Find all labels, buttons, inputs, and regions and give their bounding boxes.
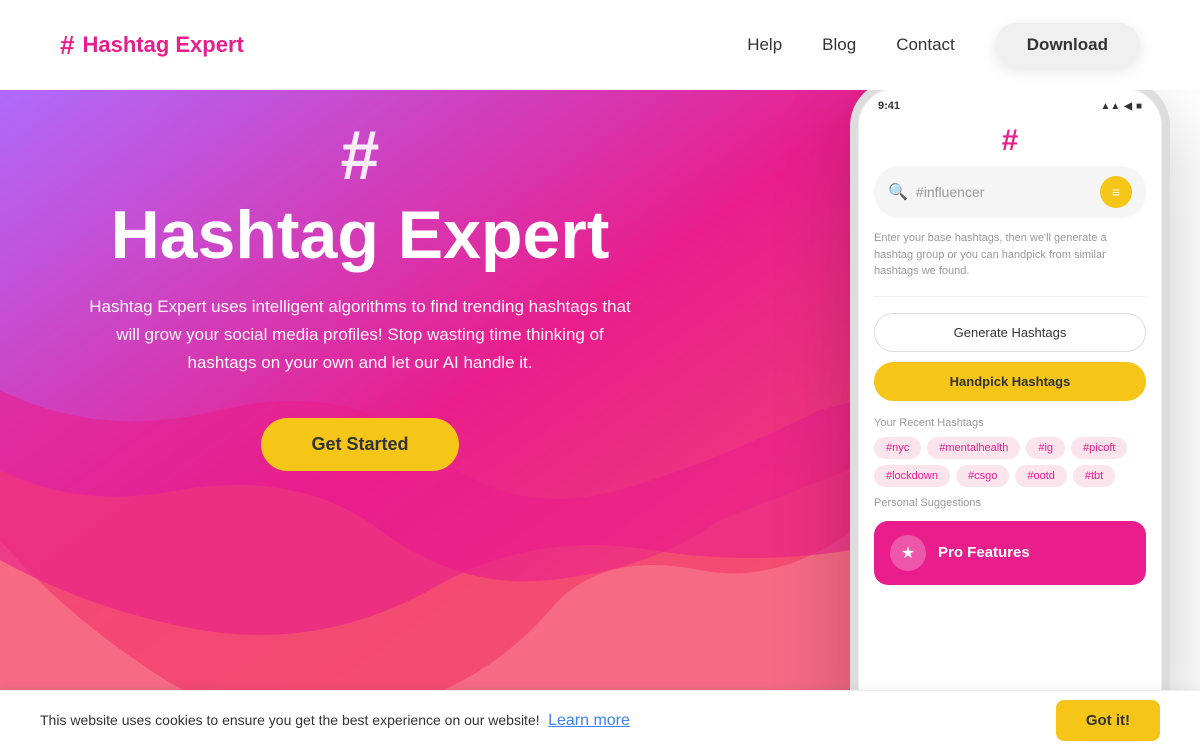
search-icon: 🔍 [888,182,908,202]
status-icons: ▲▲ ◀ ■ [1100,101,1142,112]
hero-content: # Hashtag Expert Hashtag Expert uses int… [80,120,640,471]
nav-help[interactable]: Help [747,35,782,55]
phone-status-bar: 9:41 ▲▲ ◀ ■ [858,90,1162,112]
nav-blog[interactable]: Blog [822,35,856,55]
status-time: 9:41 [878,100,900,112]
helper-text: Enter your base hashtags, then we'll gen… [874,230,1146,280]
app-logo-area: # [858,112,1162,166]
wifi-icon: ◀ [1124,101,1132,112]
nav-download-button[interactable]: Download [995,23,1140,67]
cookie-accept-button[interactable]: Got it! [1056,700,1160,741]
recent-hashtags-label: Your Recent Hashtags [874,417,1146,429]
hero-description: Hashtag Expert uses intelligent algorith… [80,293,640,377]
logo-hash-icon: # [60,30,74,61]
cookie-message: This website uses cookies to ensure you … [40,712,630,730]
tag-ig[interactable]: #ig [1026,437,1065,459]
battery-icon: ■ [1136,101,1142,112]
tag-csgo[interactable]: #csgo [956,465,1009,487]
app-hash-logo: # [1002,124,1019,158]
recent-tags-container: #nyc #mentalhealth #ig #picoft #lockdown… [874,437,1146,487]
phone-frame: 9:41 ▲▲ ◀ ■ # 🔍 #influencer ≡ Ente [850,90,1170,740]
hero-hash-decoration: # [80,120,640,190]
star-icon: ★ [901,543,915,563]
personal-suggestions-label: Personal Suggestions [874,497,1146,509]
site-header: # Hashtag Expert Help Blog Contact Downl… [0,0,1200,90]
search-input-value[interactable]: #influencer [916,184,1092,200]
cookie-learn-more-link[interactable]: Learn more [548,712,630,729]
filter-button[interactable]: ≡ [1100,176,1132,208]
signal-icon: ▲▲ [1100,101,1120,112]
logo[interactable]: # Hashtag Expert [60,30,244,61]
phone-mockup: 9:41 ▲▲ ◀ ■ # 🔍 #influencer ≡ Ente [850,90,1180,750]
generate-hashtags-button[interactable]: Generate Hashtags [874,313,1146,352]
pro-features-row[interactable]: ★ Pro Features [874,521,1146,585]
hero-cta-button[interactable]: Get Started [261,418,458,471]
pro-icon: ★ [890,535,926,571]
divider [874,296,1146,297]
handpick-hashtags-button[interactable]: Handpick Hashtags [874,362,1146,401]
tag-lockdown[interactable]: #lockdown [874,465,950,487]
pro-features-title: Pro Features [938,544,1030,561]
logo-text: Hashtag Expert [82,32,243,58]
tag-mentalhealth[interactable]: #mentalhealth [927,437,1020,459]
filter-icon: ≡ [1112,184,1120,200]
tag-nyc[interactable]: #nyc [874,437,921,459]
hero-title: Hashtag Expert [80,200,640,271]
nav-contact[interactable]: Contact [896,35,955,55]
cookie-banner: This website uses cookies to ensure you … [0,690,1200,750]
cookie-text: This website uses cookies to ensure you … [40,712,540,728]
tag-picoft[interactable]: #picoft [1071,437,1127,459]
main-nav: Help Blog Contact Download [747,23,1140,67]
hero-section: # Hashtag Expert Hashtag Expert uses int… [0,90,1200,750]
tag-ootd[interactable]: #ootd [1015,465,1067,487]
hashtag-search-bar[interactable]: 🔍 #influencer ≡ [874,166,1146,218]
tag-tbt[interactable]: #tbt [1073,465,1115,487]
